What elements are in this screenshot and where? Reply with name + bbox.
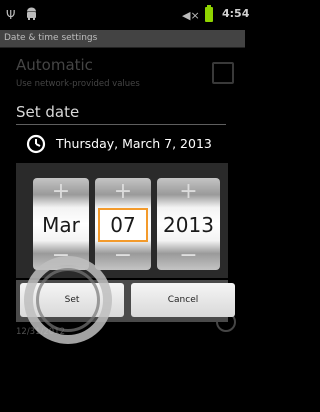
dialog-title: Set date	[16, 103, 80, 121]
touch-indicator-inner	[36, 268, 100, 332]
battery-icon	[205, 5, 213, 22]
month-increment-button[interactable]: +	[33, 179, 89, 205]
day-decrement-button[interactable]: −	[95, 244, 151, 268]
year-increment-button[interactable]: +	[157, 179, 220, 205]
dialog-divider	[16, 124, 226, 125]
screen-title: Date & time settings	[4, 33, 98, 43]
automatic-pref-title: Automatic	[16, 56, 93, 74]
status-time: 4:54	[222, 7, 250, 20]
clock-icon	[26, 134, 46, 154]
year-value[interactable]: 2013	[157, 208, 220, 242]
year-decrement-button[interactable]: −	[157, 244, 220, 268]
date-header: Thursday, March 7, 2013	[16, 128, 228, 162]
automatic-pref-subtitle: Use network-provided values	[16, 79, 140, 89]
usb-icon: Ψ	[6, 8, 16, 22]
cancel-button[interactable]: Cancel	[131, 283, 235, 317]
status-bar: Ψ ◀× 4:54	[0, 0, 249, 30]
automatic-checkbox[interactable]	[212, 62, 234, 84]
day-value[interactable]: 07	[98, 208, 148, 242]
day-picker[interactable]: + 07 −	[95, 178, 151, 270]
day-increment-button[interactable]: +	[95, 179, 151, 205]
volume-muted-icon: ◀×	[182, 9, 200, 22]
year-picker[interactable]: + 2013 −	[157, 178, 220, 270]
month-value[interactable]: Mar	[33, 208, 89, 242]
selected-date-label: Thursday, March 7, 2013	[56, 136, 212, 151]
android-icon	[27, 7, 36, 20]
title-bar: Date & time settings	[0, 30, 245, 48]
